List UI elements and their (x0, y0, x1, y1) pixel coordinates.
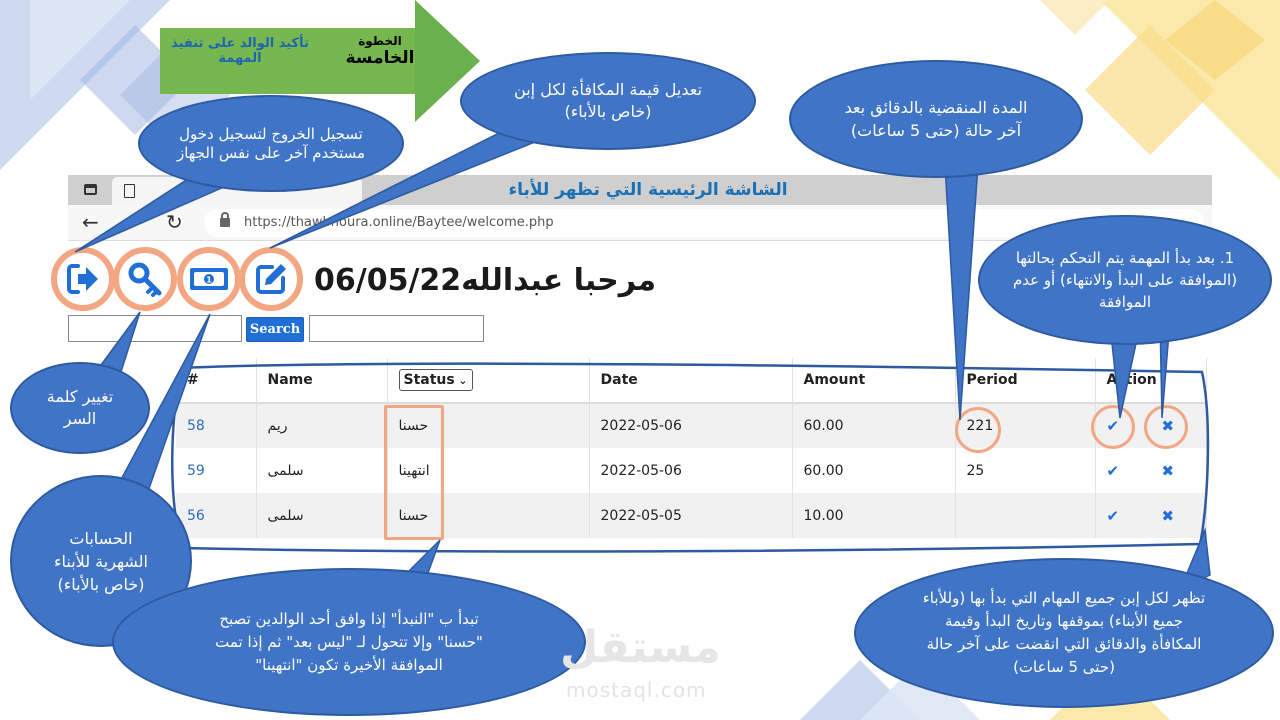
step-title: الخطوة الخامسة (330, 34, 430, 68)
welcome-name: مرحبا عبدالله (461, 263, 657, 298)
watermark-latin: mostaql.com (566, 678, 707, 702)
window-title: الشاشة الرئيسية التي تظهر للأباء (508, 180, 788, 200)
change-password-button[interactable] (113, 247, 177, 311)
step-number: الخامسة (345, 48, 415, 68)
callout-reward: تعديل قيمة المكافأة لكل إبن (خاص بالأباء… (460, 52, 756, 150)
callout-action: 1. بعد بدأ المهمة يتم التحكم بحالتها (ال… (978, 215, 1272, 345)
callout-accounts-text: الحسابات الشهرية للأبناء (خاص بالأباء) (53, 528, 148, 594)
callout-password-text: تغيير كلمة السر (46, 387, 114, 428)
welcome-heading: مرحبا عبدالله06/05/22 (314, 258, 674, 304)
callout-status-text: تبدأ ب "النبدأ" إذا وافق أحد الوالدين تص… (215, 609, 483, 674)
status-column-highlight (384, 405, 444, 540)
search-input-right[interactable] (309, 315, 484, 342)
callout-tasks: تظهر لكل إبن جميع المهام التي بدأ بها (و… (854, 558, 1274, 708)
callout-reward-text: تعديل قيمة المكافأة لكل إبن (خاص بالأباء… (514, 80, 702, 121)
callout-password: تغيير كلمة السر (10, 362, 150, 454)
callout-tasks-text: تظهر لكل إبن جميع المهام التي بدأ بها (و… (922, 589, 1206, 676)
step-word: الخطوة (358, 34, 402, 48)
callout-logout: تسجيل الخروج لتسجيل دخول مستخدم آخر على … (138, 95, 404, 192)
callout-status: تبدأ ب "النبدأ" إذا وافق أحد الوالدين تص… (112, 568, 586, 716)
search-button[interactable]: Search (246, 317, 304, 342)
edit-reward-button[interactable] (239, 247, 303, 311)
approve-highlight (1091, 405, 1135, 449)
logout-button[interactable] (51, 247, 115, 311)
watermark-arabic: مستقل (560, 622, 721, 673)
logout-icon (67, 264, 98, 294)
back-arrow-icon[interactable]: ← (82, 211, 99, 233)
svg-text:1: 1 (206, 276, 212, 285)
edit-icon (256, 264, 286, 294)
tab-actions-icon[interactable] (84, 184, 97, 195)
period-value-highlight (955, 407, 1001, 453)
url-text: https://thawbnoura.online/Baytee/welcome… (244, 215, 554, 230)
table-outline-annotation (171, 362, 1210, 553)
callout-period: المدة المنقضية بالدقائق بعد آخر حالة (حت… (789, 60, 1083, 178)
reload-icon[interactable]: ↻ (166, 211, 183, 233)
callout-action-text: 1. بعد بدأ المهمة يتم التحكم بحالتها (ال… (1012, 249, 1238, 311)
callout-logout-text: تسجيل الخروج لتسجيل دخول مستخدم آخر على … (176, 124, 366, 162)
key-icon (128, 262, 162, 297)
callout-period-text: المدة المنقضية بالدقائق بعد آخر حالة (حت… (844, 98, 1028, 140)
welcome-date: 06/05/22 (314, 263, 462, 298)
search-input-left[interactable] (68, 315, 242, 342)
monthly-accounts-button[interactable]: 1 (177, 247, 241, 311)
step-description: تأكيد الوالد على تنفيذ المهمة (171, 36, 309, 66)
money-icon: 1 (190, 268, 228, 290)
page-icon (124, 184, 135, 198)
reject-highlight (1144, 405, 1188, 449)
lock-icon (220, 212, 230, 227)
